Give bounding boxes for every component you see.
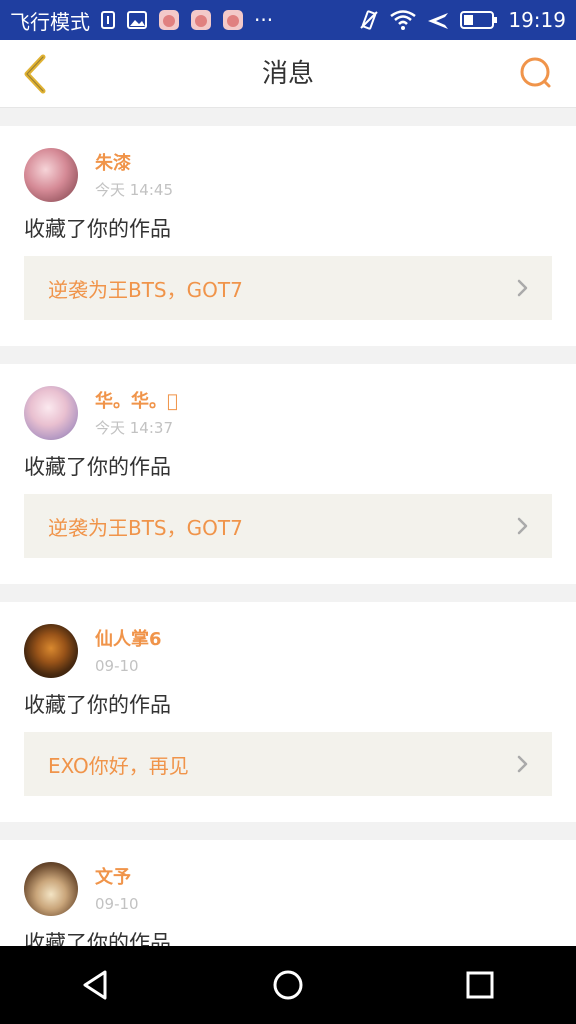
chevron-right-icon: [516, 754, 530, 774]
app-notification-icon: [190, 9, 212, 31]
timestamp: 今天 14:37: [95, 419, 173, 437]
avatar[interactable]: [24, 862, 78, 916]
system-nav-bar: [0, 946, 576, 1024]
app-header: 消息: [0, 40, 576, 108]
message-card[interactable]: 朱漆 今天 14:45 收藏了你的作品 逆袭为王BTS，GOT7: [0, 126, 576, 346]
username[interactable]: 文予: [95, 866, 139, 890]
avatar[interactable]: [24, 148, 78, 202]
work-link[interactable]: EXO你好，再见: [24, 732, 552, 796]
nav-home-button[interactable]: [258, 955, 318, 1015]
search-icon: [520, 57, 551, 88]
user-meta: 文予 09-10: [95, 866, 139, 914]
message-header: 仙人掌6 09-10: [24, 624, 552, 678]
action-text: 收藏了你的作品: [24, 217, 171, 241]
sim-icon: [100, 10, 116, 30]
nav-back-button[interactable]: [66, 955, 126, 1015]
timestamp: 09-10: [95, 657, 139, 675]
airplane-icon: [426, 9, 450, 31]
user-meta: 仙人掌6 09-10: [95, 628, 162, 676]
clock: 19:19: [508, 8, 566, 32]
square-recents-icon: [466, 971, 494, 999]
image-icon: [126, 10, 148, 30]
message-list[interactable]: 朱漆 今天 14:45 收藏了你的作品 逆袭为王BTS，GOT7 华。华。  今…: [0, 108, 576, 946]
user-meta: 朱漆 今天 14:45: [95, 152, 173, 200]
airplane-mode-label: 飞行模式: [10, 9, 90, 34]
work-title: EXO你好，再见: [48, 753, 189, 778]
status-bar: 飞行模式 ··· 19:19: [0, 0, 576, 40]
app-notification-icon: [158, 9, 180, 31]
app-notification-icon: [222, 9, 244, 31]
timestamp: 09-10: [95, 895, 139, 913]
message-header: 朱漆 今天 14:45: [24, 148, 552, 202]
vibrate-icon: [358, 9, 380, 31]
divider: [0, 108, 576, 126]
search-button[interactable]: [514, 52, 558, 96]
status-right: 19:19: [358, 8, 566, 32]
work-link[interactable]: 逆袭为王BTS，GOT7: [24, 494, 552, 558]
nav-recents-button[interactable]: [450, 955, 510, 1015]
wifi-icon: [390, 10, 417, 30]
message-header: 文予 09-10: [24, 862, 552, 916]
chevron-right-icon: [516, 278, 530, 298]
user-meta: 华。华。  今天 14:37: [95, 390, 178, 438]
work-link[interactable]: 逆袭为王BTS，GOT7: [24, 256, 552, 320]
page-title: 消息: [261, 59, 314, 89]
work-title: 逆袭为王BTS，GOT7: [48, 277, 243, 302]
username[interactable]: 仙人掌6: [95, 628, 162, 652]
triangle-back-icon: [83, 970, 107, 1000]
action-text: 收藏了你的作品: [24, 931, 171, 946]
timestamp: 今天 14:45: [95, 181, 173, 199]
chevron-right-icon: [516, 516, 530, 536]
avatar[interactable]: [24, 624, 78, 678]
username[interactable]: 华。华。 : [95, 390, 178, 414]
action-text: 收藏了你的作品: [24, 455, 171, 479]
message-card[interactable]: 华。华。  今天 14:37 收藏了你的作品 逆袭为王BTS，GOT7: [0, 364, 576, 584]
action-text: 收藏了你的作品: [24, 693, 171, 717]
divider: [0, 346, 576, 364]
more-notifications-indicator: ···: [254, 8, 274, 32]
divider: [0, 822, 576, 840]
work-title: 逆袭为王BTS，GOT7: [48, 515, 243, 540]
avatar[interactable]: [24, 386, 78, 440]
divider: [0, 584, 576, 602]
status-left: 飞行模式 ···: [10, 6, 273, 35]
username[interactable]: 朱漆: [95, 152, 173, 176]
circle-home-icon: [273, 970, 303, 1000]
battery-icon: [460, 10, 498, 30]
message-header: 华。华。  今天 14:37: [24, 386, 552, 440]
message-card[interactable]: 仙人掌6 09-10 收藏了你的作品 EXO你好，再见: [0, 602, 576, 822]
message-card[interactable]: 文予 09-10 收藏了你的作品: [0, 840, 576, 946]
